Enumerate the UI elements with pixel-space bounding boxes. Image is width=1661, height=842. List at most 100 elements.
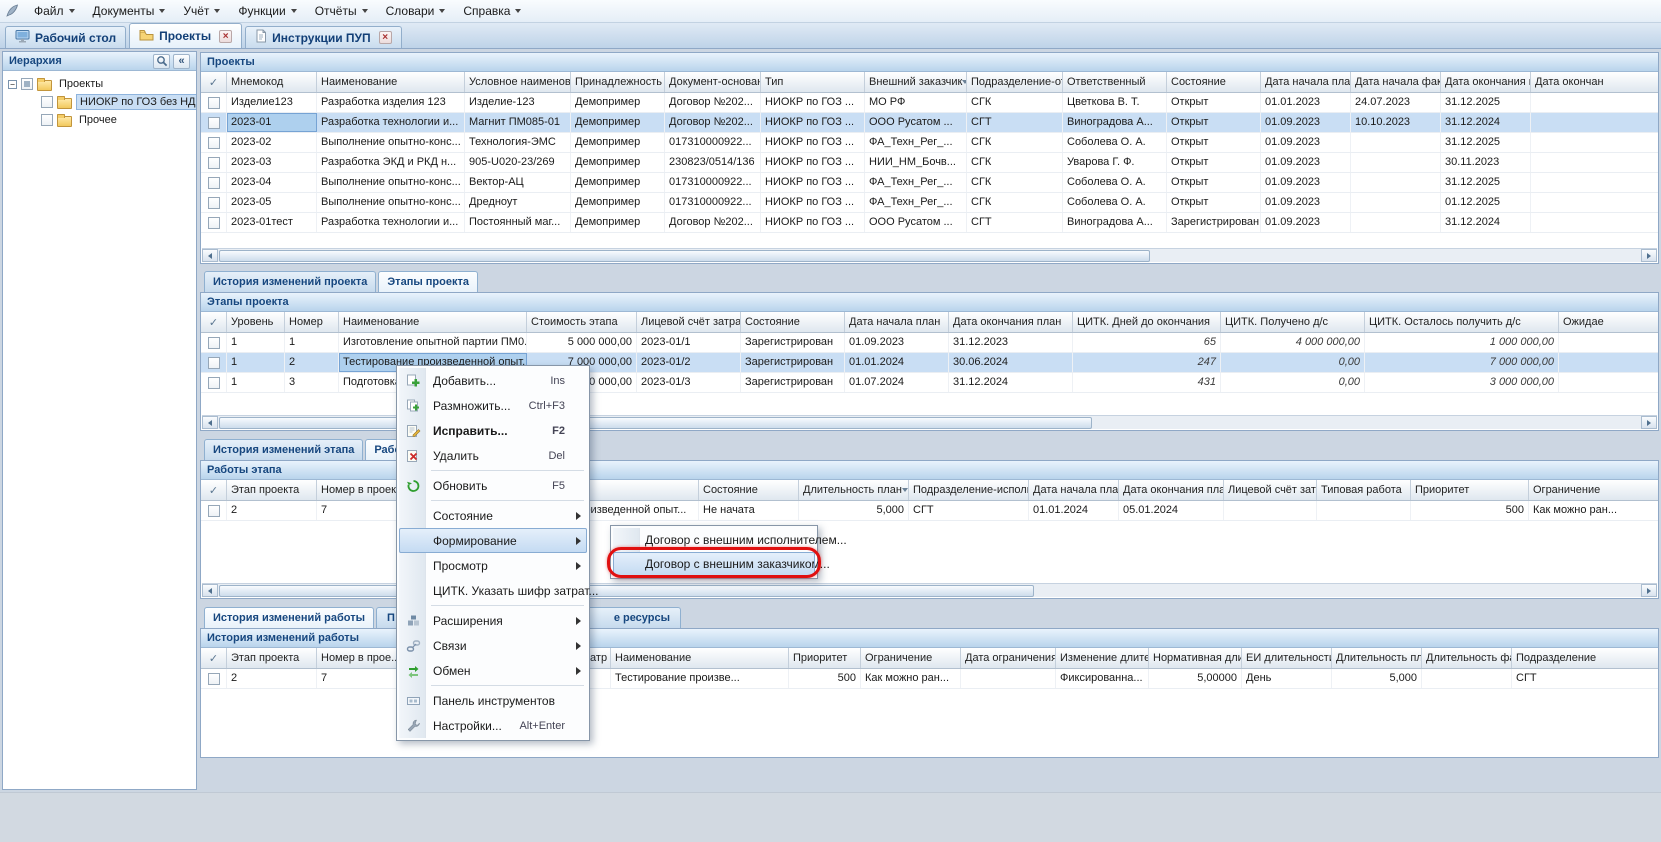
table-cell[interactable]: 0,00 <box>1221 353 1365 372</box>
table-cell[interactable] <box>1531 213 1659 232</box>
column-header[interactable]: Дата окончания п <box>1441 72 1531 92</box>
table-cell[interactable]: НИОКР по ГОЗ ... <box>761 153 865 172</box>
menu-file[interactable]: Файл <box>25 1 84 21</box>
column-header[interactable]: ✓ <box>201 312 227 332</box>
table-cell[interactable]: СГТ <box>1512 669 1659 688</box>
column-header[interactable]: Наименование <box>339 312 527 332</box>
table-cell[interactable]: ФА_Техн_Рег_... <box>865 173 967 192</box>
table-cell[interactable]: Технология-ЭМС <box>465 133 571 152</box>
table-cell[interactable]: ООО Русатом ... <box>865 213 967 232</box>
table-cell[interactable]: 1 <box>227 373 285 392</box>
table-row[interactable]: 2023-01тестРазработка технологии и...Пос… <box>201 213 1658 233</box>
tree-checkbox[interactable] <box>41 96 53 108</box>
table-cell[interactable]: 05.01.2024 <box>1119 501 1224 520</box>
tree-item-label[interactable]: НИОКР по ГОЗ без НДС <box>76 94 197 110</box>
row-checkbox[interactable] <box>208 337 220 349</box>
table-cell[interactable]: Демопример <box>571 193 665 212</box>
table-cell[interactable]: 01.12.2025 <box>1441 193 1531 212</box>
submenu-item[interactable]: Договор с внешним исполнителем... <box>613 528 815 552</box>
table-cell[interactable]: 2023-01 <box>227 113 317 132</box>
table-cell[interactable] <box>201 373 227 392</box>
table-cell[interactable]: 5 000 000,00 <box>527 333 637 352</box>
table-cell[interactable]: 431 <box>1073 373 1221 392</box>
table-cell[interactable]: СГТ <box>967 213 1063 232</box>
table-cell[interactable]: 31.12.2024 <box>1441 113 1531 132</box>
table-cell[interactable]: Соболева О. А. <box>1063 173 1167 192</box>
column-header[interactable]: Подразделение-исполнитель. <box>909 480 1029 500</box>
table-cell[interactable]: 01.09.2023 <box>1261 113 1351 132</box>
column-header[interactable]: Дата окончан <box>1531 72 1659 92</box>
column-header[interactable]: Условное наименова <box>465 72 571 92</box>
column-header[interactable]: Уровень <box>227 312 285 332</box>
table-cell[interactable]: 247 <box>1073 353 1221 372</box>
column-header[interactable]: Дата начала план <box>845 312 949 332</box>
table-cell[interactable]: Демопример <box>571 93 665 112</box>
column-header[interactable]: Ограничение <box>861 648 961 668</box>
table-cell[interactable]: Как можно ран... <box>1529 501 1659 520</box>
table-cell[interactable]: 01.07.2024 <box>845 373 949 392</box>
tree-item[interactable]: НИОКР по ГОЗ без НДС <box>3 93 196 111</box>
column-header[interactable]: Длительность пла <box>1332 648 1422 668</box>
table-cell[interactable]: Договор №202... <box>665 93 761 112</box>
column-header[interactable]: Тип <box>761 72 865 92</box>
column-header[interactable]: Дата начала факт <box>1351 72 1441 92</box>
menu-item[interactable]: Связи <box>399 633 587 658</box>
table-cell[interactable]: НИОКР по ГОЗ ... <box>761 133 865 152</box>
table-cell[interactable] <box>1317 501 1411 520</box>
row-checkbox[interactable] <box>208 157 220 169</box>
table-cell[interactable]: 5,00000 <box>1149 669 1242 688</box>
table-cell[interactable]: Постоянный маг... <box>465 213 571 232</box>
table-cell[interactable]: 017310000922... <box>665 173 761 192</box>
column-header[interactable]: Этап проекта <box>227 480 317 500</box>
table-cell[interactable]: СГТ <box>909 501 1029 520</box>
table-cell[interactable] <box>1351 153 1441 172</box>
table-cell[interactable]: Разработка ЭКД и РКД н... <box>317 153 465 172</box>
table-cell[interactable]: 2023-04 <box>227 173 317 192</box>
row-checkbox[interactable] <box>208 97 220 109</box>
column-header[interactable]: ЦИТК. Получено д/с <box>1221 312 1365 332</box>
menu-item[interactable]: Панель инструментов <box>399 688 587 713</box>
table-cell[interactable]: Выполнение опытно-конс... <box>317 173 465 192</box>
table-cell[interactable]: 31.12.2025 <box>1441 173 1531 192</box>
table-cell[interactable]: 5,000 <box>799 501 909 520</box>
table-cell[interactable] <box>1559 333 1659 352</box>
table-cell[interactable] <box>961 669 1056 688</box>
table-cell[interactable] <box>1224 501 1317 520</box>
scroll-right-button[interactable] <box>1641 416 1657 429</box>
table-cell[interactable]: 2023-02 <box>227 133 317 152</box>
collapse-panel-icon[interactable]: « <box>173 54 190 69</box>
column-header[interactable]: Стоимость этапа <box>527 312 637 332</box>
projects-h-scrollbar[interactable] <box>202 248 1657 262</box>
table-cell[interactable]: 01.09.2023 <box>845 333 949 352</box>
table-cell[interactable]: 1 <box>227 333 285 352</box>
table-cell[interactable]: Демопример <box>571 173 665 192</box>
table-cell[interactable]: 2 <box>285 353 339 372</box>
tree-item[interactable]: Прочее <box>3 111 196 129</box>
table-cell[interactable]: Демопример <box>571 153 665 172</box>
column-header[interactable]: ЦИТК. Дней до окончания <box>1073 312 1221 332</box>
table-cell[interactable]: Изделие123 <box>227 93 317 112</box>
table-cell[interactable]: Разработка технологии и... <box>317 213 465 232</box>
column-header[interactable]: Этап проекта <box>227 648 317 668</box>
table-cell[interactable]: Открыт <box>1167 93 1261 112</box>
tab-desktop[interactable]: Рабочий стол <box>5 26 126 48</box>
column-header[interactable]: Типовая работа <box>1317 480 1411 500</box>
column-header[interactable]: Ответственный <box>1063 72 1167 92</box>
table-cell[interactable] <box>1351 193 1441 212</box>
table-cell[interactable]: Как можно ран... <box>861 669 961 688</box>
table-cell[interactable]: Выполнение опытно-конс... <box>317 193 465 212</box>
table-cell[interactable]: 4 000 000,00 <box>1221 333 1365 352</box>
column-header[interactable]: Ожидае <box>1559 312 1659 332</box>
table-cell[interactable]: НИОКР по ГОЗ ... <box>761 113 865 132</box>
table-cell[interactable] <box>1351 133 1441 152</box>
table-cell[interactable]: Зарегистрирован <box>741 333 845 352</box>
menu-documents[interactable]: Документы <box>84 1 175 21</box>
menu-functions[interactable]: Функции <box>229 1 305 21</box>
table-cell[interactable]: 2023-05 <box>227 193 317 212</box>
table-cell[interactable] <box>1531 153 1659 172</box>
table-cell[interactable]: 1 <box>227 353 285 372</box>
column-header[interactable]: Длительность план <box>799 480 909 500</box>
column-header[interactable]: Внешний заказчик <box>865 72 967 92</box>
table-cell[interactable]: Дредноут <box>465 193 571 212</box>
table-cell[interactable] <box>201 153 227 172</box>
